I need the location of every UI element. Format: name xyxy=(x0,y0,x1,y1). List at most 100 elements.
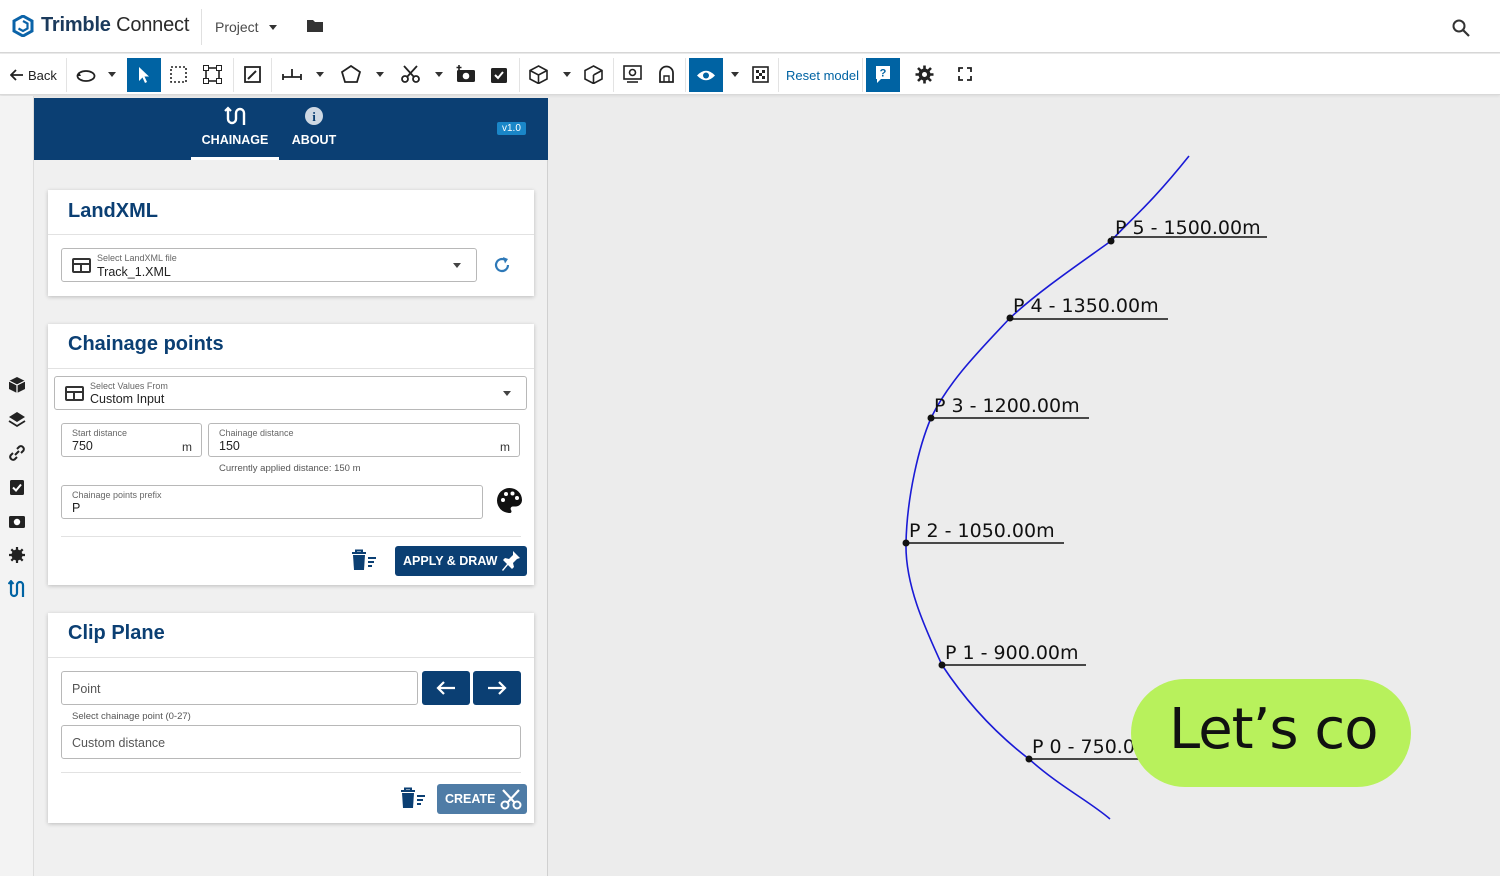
divider xyxy=(778,58,779,92)
palette-icon[interactable] xyxy=(496,487,523,514)
trimble-logo[interactable]: Trimble Connect xyxy=(12,14,189,37)
project-label: Project xyxy=(215,19,259,35)
chainage-distance-input[interactable]: Chainage distance 150 m xyxy=(208,423,520,457)
brand-bold: Trimble xyxy=(41,14,111,36)
select-label: Select LandXML file xyxy=(97,253,177,263)
delete-list-icon[interactable] xyxy=(399,787,426,809)
prefix-input[interactable]: Chainage points prefix P xyxy=(61,485,483,519)
start-distance-input[interactable]: Start distance 750 m xyxy=(61,423,202,457)
project-menu[interactable]: Project xyxy=(215,19,277,35)
svg-text:?: ? xyxy=(880,68,887,80)
back-button[interactable]: Back xyxy=(10,58,57,92)
custom-distance-input[interactable]: Custom distance xyxy=(61,725,521,759)
divider xyxy=(519,58,520,92)
arch-icon[interactable] xyxy=(658,65,675,83)
divider xyxy=(201,9,202,45)
table-icon xyxy=(72,258,91,273)
eye-icon xyxy=(697,70,715,80)
brand-name: Trimble Connect xyxy=(41,14,189,37)
card-title: Clip Plane xyxy=(68,622,165,644)
create-clip-button[interactable]: CREATE xyxy=(437,784,527,814)
search-icon[interactable] xyxy=(1452,19,1470,37)
field-value: 750 xyxy=(72,439,93,453)
clipboard-check-icon[interactable] xyxy=(490,65,508,84)
chainage-point[interactable]: P 3 - 1200.00m xyxy=(927,395,1090,422)
landxml-card: LandXML Select LandXML file Track_1.XML xyxy=(48,190,534,296)
divider xyxy=(48,657,534,658)
divider xyxy=(66,58,67,92)
camera-icon[interactable] xyxy=(8,512,26,530)
chevron-down-icon[interactable] xyxy=(563,72,571,77)
cursor-icon xyxy=(139,67,149,83)
chevron-down-icon[interactable] xyxy=(108,72,116,77)
orbit-icon[interactable] xyxy=(76,68,96,82)
chevron-down-icon[interactable] xyxy=(316,72,324,77)
promo-bubble: Let’s co xyxy=(1131,679,1411,787)
visibility-button[interactable] xyxy=(689,58,723,92)
bounding-box-icon[interactable] xyxy=(203,65,222,84)
chainage-point[interactable]: P 4 - 1350.00m xyxy=(1006,295,1169,322)
measure-icon[interactable] xyxy=(281,67,303,81)
delete-list-icon[interactable] xyxy=(350,549,377,571)
chevron-down-icon xyxy=(503,391,511,396)
chainage-point[interactable]: P 1 - 900.00m xyxy=(938,642,1087,669)
chevron-down-icon[interactable] xyxy=(435,72,443,77)
panel-header: CHAINAGE i ABOUT v1.0 xyxy=(34,98,548,160)
brand-light: Connect xyxy=(116,14,190,36)
cube-outline-icon[interactable] xyxy=(584,65,603,84)
fullscreen-icon[interactable] xyxy=(958,67,972,81)
chainage-point[interactable]: P 2 - 1050.00m xyxy=(902,520,1065,547)
select-tool-button[interactable] xyxy=(127,58,161,92)
previous-point-button[interactable] xyxy=(422,671,470,705)
chevron-down-icon[interactable] xyxy=(731,72,739,77)
field-label: Chainage distance xyxy=(219,428,294,438)
help-icon: ? xyxy=(876,66,890,83)
chainage-points-card: Chainage points Select Values From Custo… xyxy=(48,324,534,585)
left-rail xyxy=(0,96,34,876)
unit-label: m xyxy=(182,440,192,454)
help-button[interactable]: ? xyxy=(866,58,900,92)
layers-icon[interactable] xyxy=(8,410,26,428)
select-value: Custom Input xyxy=(90,392,165,406)
svg-text:i: i xyxy=(312,109,316,124)
area-select-icon[interactable] xyxy=(170,66,187,83)
markup-icon[interactable] xyxy=(244,66,261,83)
tab-about[interactable]: i ABOUT xyxy=(284,106,344,160)
card-title: Chainage points xyxy=(68,333,224,355)
reset-model-button[interactable]: Reset model xyxy=(786,58,859,92)
extension-icon[interactable] xyxy=(8,546,26,564)
chainage-point[interactable]: P 5 - 1500.00m xyxy=(1107,217,1268,245)
bubble-text: Let’s co xyxy=(1169,697,1378,762)
chainage-icon[interactable] xyxy=(8,580,26,598)
polygon-icon[interactable] xyxy=(341,65,361,83)
chevron-down-icon[interactable] xyxy=(376,72,384,77)
arrow-left-icon xyxy=(10,69,23,81)
info-icon: i xyxy=(305,107,323,125)
view-icon[interactable] xyxy=(623,65,642,83)
divider xyxy=(862,58,863,92)
toolbar: Back Reset model ? xyxy=(0,54,1500,95)
field-label: Start distance xyxy=(72,428,128,438)
folder-icon[interactable] xyxy=(306,18,324,33)
checker-icon[interactable] xyxy=(752,66,769,83)
values-source-select[interactable]: Select Values From Custom Input xyxy=(54,376,527,410)
scissors-icon[interactable] xyxy=(401,65,420,83)
gear-icon[interactable] xyxy=(915,65,934,84)
chainage-icon xyxy=(224,106,246,125)
cube-icon[interactable] xyxy=(529,65,548,84)
refresh-icon[interactable] xyxy=(492,255,512,275)
landxml-file-select[interactable]: Select LandXML file Track_1.XML xyxy=(61,248,477,282)
point-input[interactable]: Point xyxy=(61,671,418,705)
tab-label: ABOUT xyxy=(291,133,337,147)
tab-chainage[interactable]: CHAINAGE xyxy=(191,106,279,160)
apply-draw-button[interactable]: APPLY & DRAW xyxy=(395,546,527,576)
camera-plus-icon[interactable] xyxy=(456,65,476,83)
field-value: 150 xyxy=(219,439,240,453)
cube-icon[interactable] xyxy=(8,376,26,394)
select-value: Track_1.XML xyxy=(97,265,171,279)
clipboard-check-icon[interactable] xyxy=(8,478,26,496)
clip-plane-card: Clip Plane Point Select chainage point (… xyxy=(48,613,534,823)
link-icon[interactable] xyxy=(8,444,26,462)
next-point-button[interactable] xyxy=(473,671,521,705)
field-label: Chainage points prefix xyxy=(72,490,162,500)
